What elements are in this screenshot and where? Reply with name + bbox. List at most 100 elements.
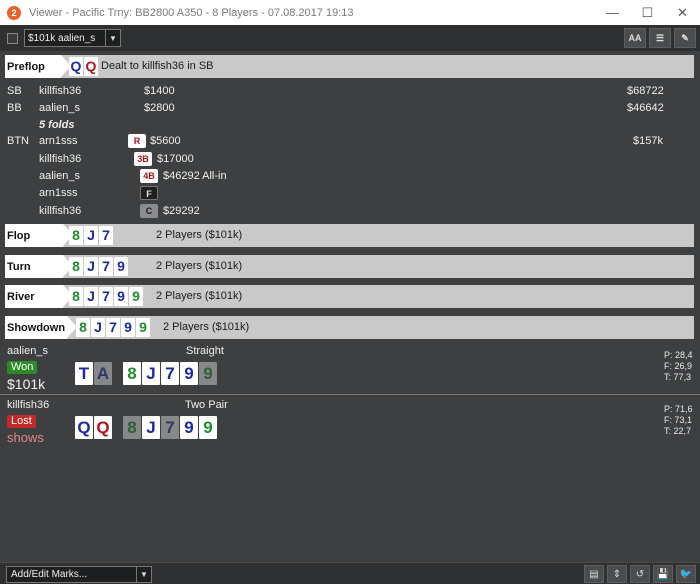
street-label: Showdown: [5, 316, 77, 339]
twitter-icon[interactable]: 🐦: [676, 565, 696, 583]
player-name[interactable]: arn1sss: [39, 185, 78, 201]
action-amount: $46292 All-in: [163, 170, 227, 182]
playing-card: T: [75, 362, 93, 385]
maximize-button[interactable]: ☐: [630, 0, 665, 25]
playing-card: 9: [199, 416, 217, 439]
title-bar: Viewer - Pacific Trny: BB2800 A350 - 8 P…: [0, 0, 700, 25]
playing-card: Q: [84, 57, 98, 76]
playing-card: 7: [106, 318, 120, 337]
player-name[interactable]: arn1sss: [39, 133, 78, 149]
stat-flop: F: 73,1: [664, 415, 693, 425]
stack-amount: $46642: [627, 102, 664, 114]
playing-card: 8: [123, 416, 141, 439]
toolbar: $101k aalien_s ▼ AA ☰ ✎: [0, 25, 700, 51]
street-label-text: Showdown: [7, 321, 66, 334]
playing-card: Q: [69, 57, 83, 76]
board-cards: 8 J 7 9 9: [76, 318, 150, 337]
playing-card: 8: [69, 287, 83, 306]
street-label-text: Flop: [7, 229, 31, 242]
playing-card: 7: [161, 362, 179, 385]
playing-card: Q: [75, 416, 93, 439]
playing-card: J: [84, 257, 98, 276]
blind-amount: $1400: [144, 85, 175, 97]
blind-amount: $2800: [144, 102, 175, 114]
hand-checkbox[interactable]: [7, 32, 18, 44]
showdown-player-name[interactable]: aalien_s: [7, 343, 48, 359]
stat-turn: T: 77,3: [664, 372, 692, 382]
window-controls: — ☐ ✕: [595, 0, 700, 25]
playing-card: 9: [199, 362, 217, 385]
hole-cards: T A: [75, 362, 112, 385]
stat-preflop: P: 71,6: [664, 404, 693, 414]
edit-pencil-icon[interactable]: ✎: [674, 28, 696, 48]
chevron-down-icon[interactable]: ▼: [105, 30, 120, 46]
playing-card: 8: [123, 362, 141, 385]
playing-card: J: [142, 362, 160, 385]
action-amount: $17000: [157, 153, 194, 165]
playing-card: 9: [114, 257, 128, 276]
playing-card: 7: [161, 416, 179, 439]
street-info: 2 Players ($101k): [156, 229, 243, 241]
board-cards: 8 J 7 9 9: [123, 362, 217, 385]
playing-card: 9: [180, 362, 198, 385]
showdown-player-name[interactable]: killfish36: [7, 397, 49, 413]
stat-preflop: P: 28,4: [664, 350, 693, 360]
player-name[interactable]: killfish36: [39, 83, 81, 99]
stat-turn: T: 22,7: [664, 426, 692, 436]
hole-cards: Q Q: [75, 416, 112, 439]
font-size-button[interactable]: AA: [624, 28, 646, 48]
player-select[interactable]: $101k aalien_s ▼: [24, 29, 121, 47]
playing-card: J: [142, 416, 160, 439]
player-select-value: $101k aalien_s: [28, 32, 96, 44]
player-name[interactable]: aalien_s: [39, 100, 80, 116]
street-info: 2 Players ($101k): [163, 321, 250, 333]
playing-card: 9: [114, 287, 128, 306]
action-amount: $29292: [163, 205, 200, 217]
playing-card: 7: [99, 226, 113, 245]
action-tag: 3B: [134, 152, 152, 166]
status-bar: Add/Edit Marks... ▼ ▤ ⇕ ↺ 💾 🐦: [0, 562, 700, 584]
seat-label: SB: [7, 85, 22, 97]
street-bar-preflop: Preflop Q Q Dealt to killfish36 in SB: [5, 55, 694, 78]
street-info: 2 Players ($101k): [156, 260, 243, 272]
playing-card: A: [94, 362, 112, 385]
playing-card: 9: [121, 318, 135, 337]
player-name[interactable]: killfish36: [39, 151, 81, 167]
street-label: Flop: [5, 224, 73, 247]
close-button[interactable]: ✕: [665, 0, 700, 25]
playing-card: J: [91, 318, 105, 337]
playing-card: 7: [99, 257, 113, 276]
hand-rank: Two Pair: [185, 399, 228, 411]
playing-card: Q: [94, 416, 112, 439]
playing-card: 9: [129, 287, 143, 306]
save-icon[interactable]: 💾: [653, 565, 673, 583]
playing-card: 7: [99, 287, 113, 306]
pot-won-amount: $101k: [7, 376, 46, 392]
marks-dropdown[interactable]: Add/Edit Marks... ▼: [6, 566, 152, 583]
action-tag: F: [140, 186, 158, 200]
seat-label: BTN: [7, 135, 29, 147]
player-name[interactable]: aalien_s: [39, 168, 80, 184]
shows-label: shows: [7, 430, 44, 445]
chevron-down-icon[interactable]: ▼: [136, 567, 151, 582]
street-bar-showdown: Showdown 8 J 7 9 9 2 Players ($101k): [5, 316, 694, 339]
street-bar-flop: Flop 8 J 7 2 Players ($101k): [5, 224, 694, 247]
minimize-button[interactable]: —: [595, 0, 630, 25]
playing-card: J: [84, 287, 98, 306]
notes-button[interactable]: ▤: [584, 565, 604, 583]
marks-label: Add/Edit Marks...: [11, 569, 88, 580]
action-amount: $5600: [150, 135, 181, 147]
hole-cards: Q Q: [69, 57, 98, 76]
street-label-text: Turn: [7, 260, 31, 273]
sort-arrows-icon[interactable]: ⇕: [607, 565, 627, 583]
stat-flop: F: 26,9: [664, 361, 693, 371]
street-info: 2 Players ($101k): [156, 290, 243, 302]
divider: [0, 394, 700, 395]
list-view-button[interactable]: ☰: [649, 28, 671, 48]
stack-amount: $157k: [633, 135, 663, 147]
street-bar-turn: Turn 8 J 7 9 2 Players ($101k): [5, 255, 694, 278]
replay-icon[interactable]: ↺: [630, 565, 650, 583]
player-name[interactable]: killfish36: [39, 203, 81, 219]
stack-amount: $68722: [627, 85, 664, 97]
playing-card: 8: [76, 318, 90, 337]
